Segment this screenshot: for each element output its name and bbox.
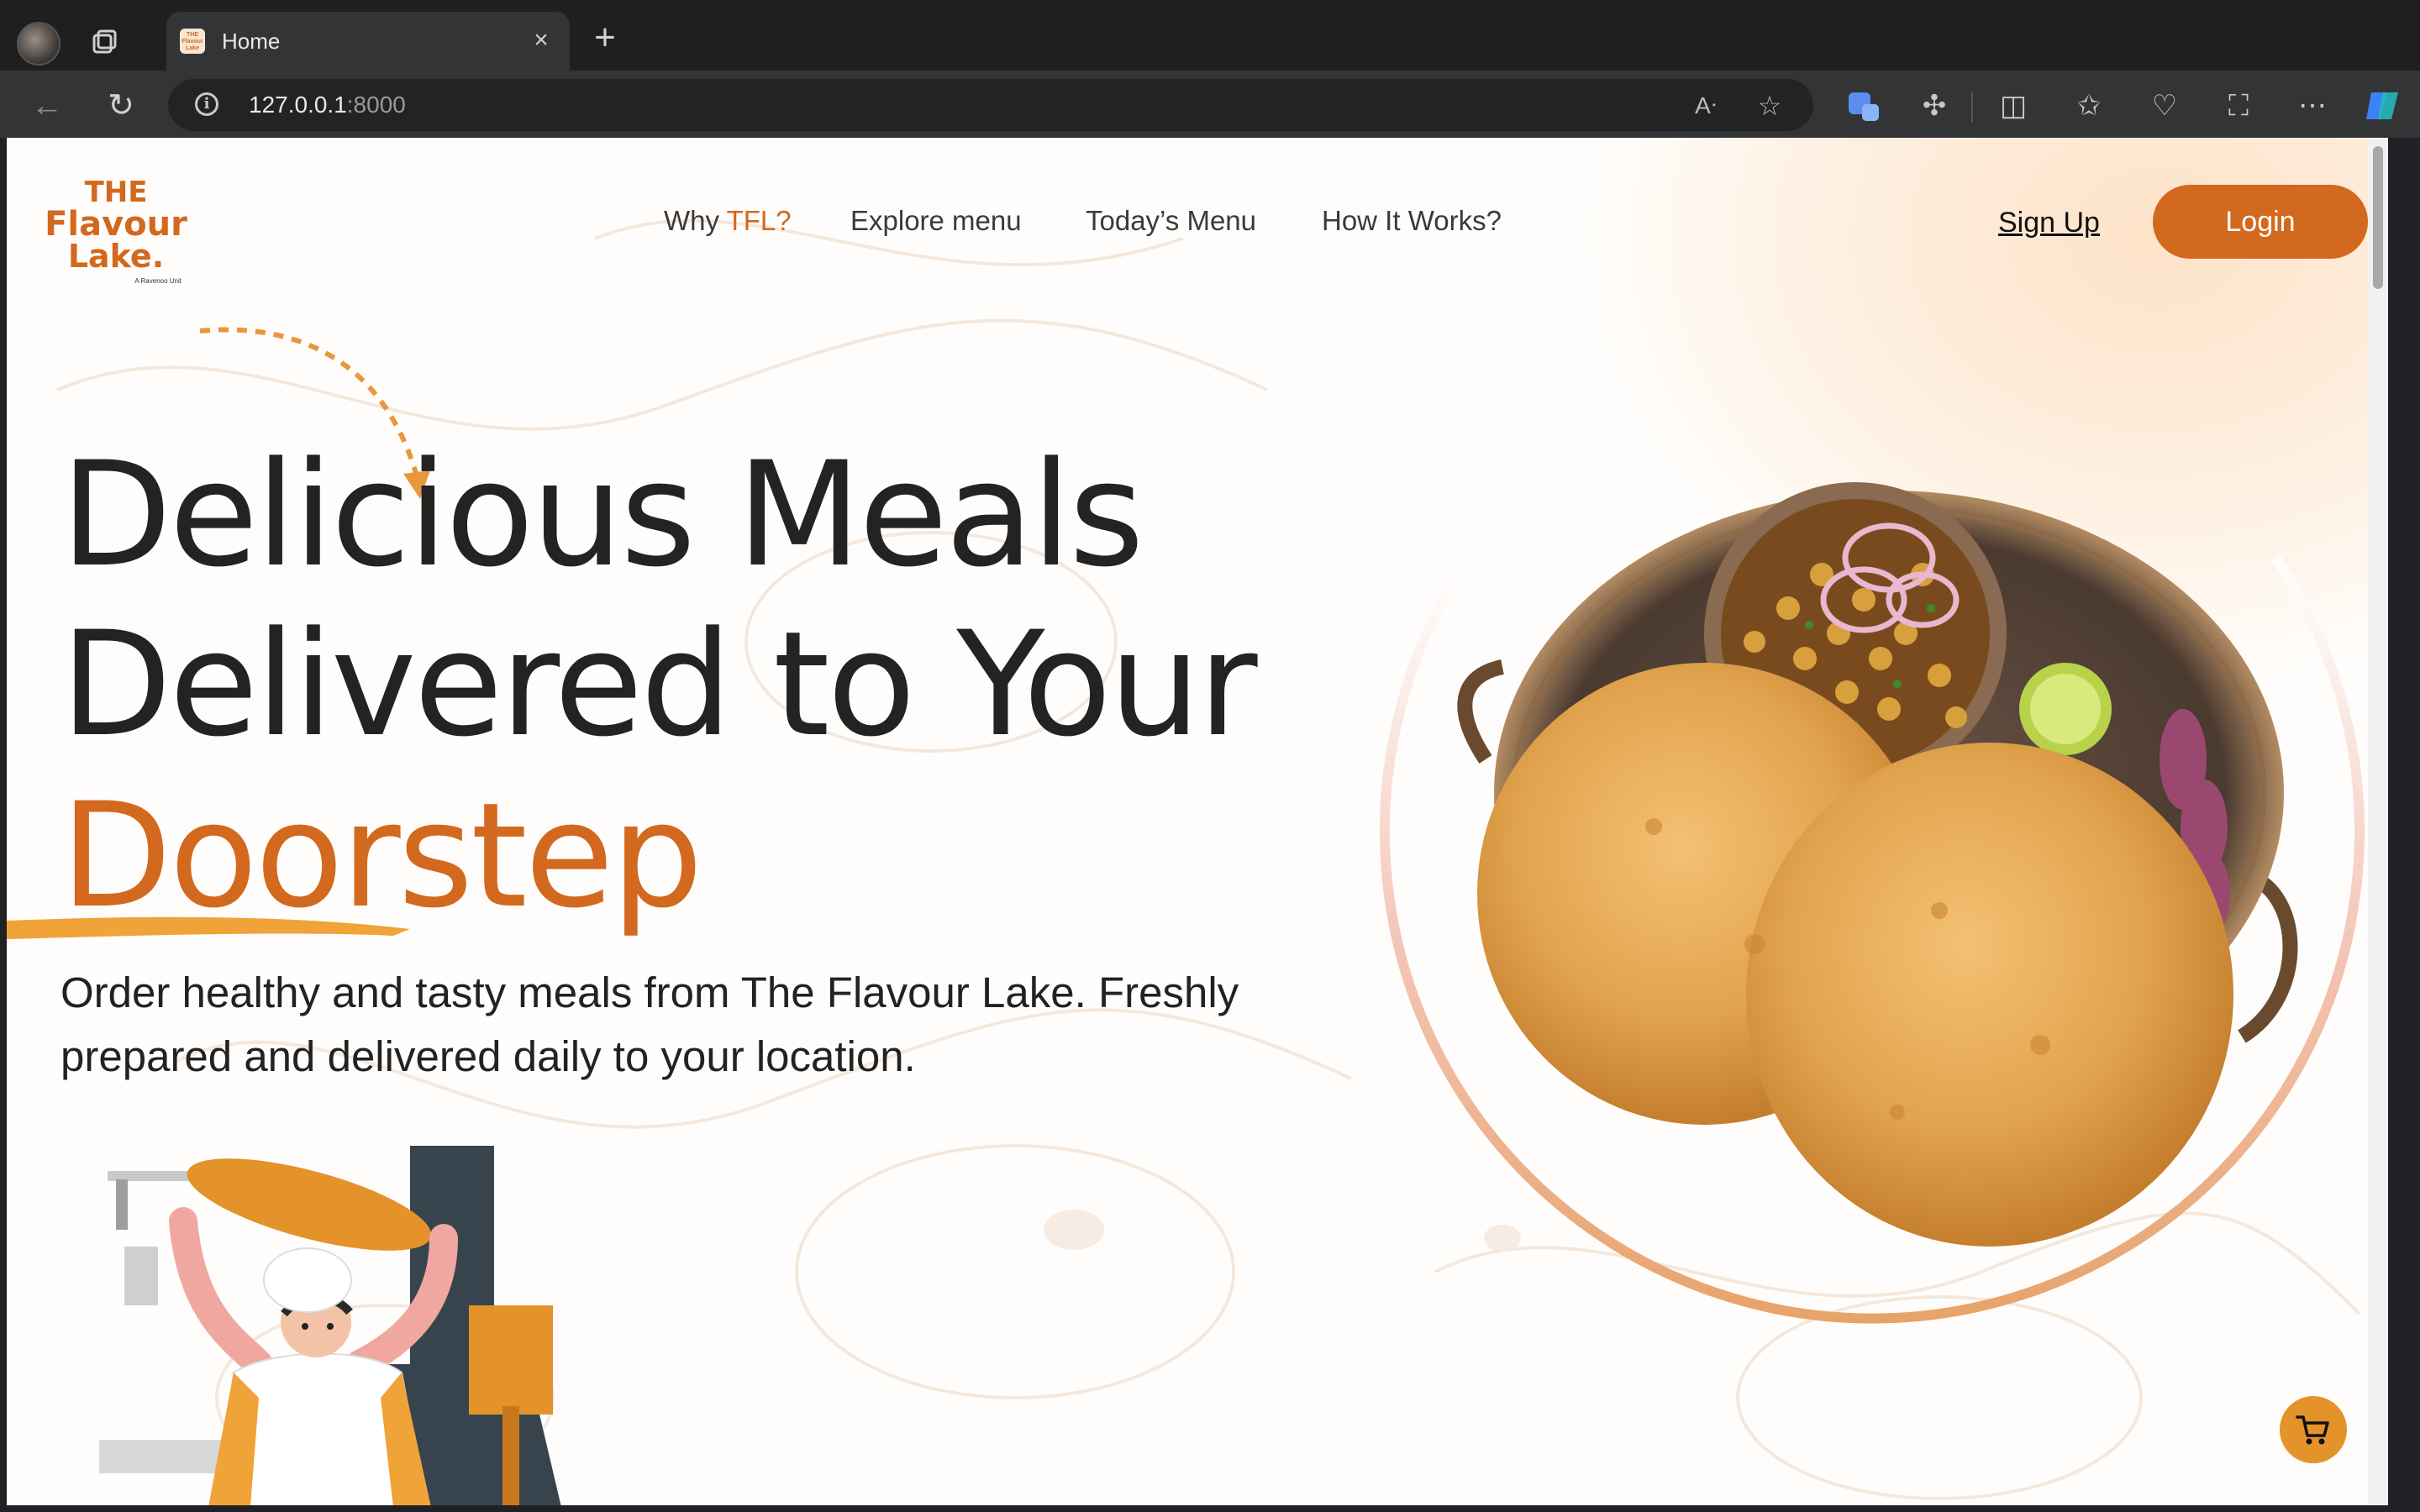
- web-page: THE Flavour Lake. A Ravenoo Unit Why TFL…: [7, 138, 2388, 1505]
- logo-text-line2: Flavour: [45, 205, 187, 244]
- more-menu-icon[interactable]: ⋯: [2294, 87, 2331, 124]
- signup-link[interactable]: Sign Up: [1998, 207, 2100, 239]
- profile-avatar[interactable]: [17, 22, 60, 66]
- scrollbar-thumb[interactable]: [2373, 146, 2383, 289]
- nav-todays-menu[interactable]: Today’s Menu: [1086, 205, 1256, 237]
- chef-illustration: [99, 1146, 561, 1505]
- hero-heading-line2: Delivered to Your: [60, 600, 1258, 769]
- logo-text-line3: Lake.: [67, 238, 165, 275]
- browser-toolbar: ← ↻ i 127.0.0.1:8000 Aᐧ ☆: [0, 71, 2420, 138]
- toolbar-divider: [1971, 92, 1973, 123]
- login-button[interactable]: Login: [2153, 185, 2368, 259]
- nav-explore-menu[interactable]: Explore menu: [850, 205, 1022, 237]
- nav-why-tfl[interactable]: Why TFL?: [664, 205, 792, 237]
- extension-icon[interactable]: [1845, 87, 1882, 124]
- favorites-icon[interactable]: ✩: [2070, 87, 2107, 124]
- hero-subtext: Order healthy and tasty meals from The F…: [60, 969, 1239, 1080]
- logo-text-line1: THE: [84, 176, 148, 209]
- tab-title: Home: [222, 29, 281, 54]
- site-favicon-icon: THE Flavour Lake: [180, 29, 205, 54]
- new-tab-icon[interactable]: +: [588, 19, 622, 56]
- address-bar[interactable]: i 127.0.0.1:8000 Aᐧ ☆: [168, 79, 1813, 131]
- reload-icon[interactable]: ↻: [103, 87, 139, 124]
- tab-close-icon[interactable]: ×: [528, 27, 555, 54]
- nav-how-it-works[interactable]: How It Works?: [1322, 205, 1502, 237]
- hero-food-plate-image: [1380, 482, 2365, 1324]
- browser-essentials-icon[interactable]: ♡: [2146, 87, 2183, 124]
- hero-heading-line1: Delicious Meals: [60, 430, 1144, 599]
- page-scrollbar[interactable]: [2368, 138, 2388, 1505]
- favorite-star-icon[interactable]: ☆: [1754, 91, 1785, 121]
- url-text: 127.0.0.1:8000: [249, 92, 406, 118]
- cart-icon: [2296, 1415, 2329, 1445]
- site-info-icon[interactable]: i: [195, 92, 218, 116]
- read-aloud-icon[interactable]: Aᐧ: [1691, 91, 1721, 121]
- split-screen-icon[interactable]: ◫: [1995, 87, 2032, 124]
- screenshot-icon[interactable]: ⛶: [2220, 87, 2257, 124]
- back-icon[interactable]: ←: [29, 87, 66, 124]
- logo-tagline: A Ravenoo Unit: [134, 277, 182, 285]
- extensions-puzzle-icon[interactable]: ✣: [1916, 87, 1953, 124]
- browser-tab-home[interactable]: THE Flavour Lake Home ×: [166, 12, 570, 71]
- cart-button[interactable]: [2280, 1396, 2347, 1463]
- site-logo[interactable]: THE Flavour Lake. A Ravenoo Unit: [40, 176, 192, 286]
- browser-tab-strip: THE Flavour Lake Home × +: [0, 0, 2420, 71]
- tab-actions-icon[interactable]: [87, 25, 121, 59]
- hero-heading-doorstep: Doorstep: [60, 771, 703, 940]
- copilot-icon[interactable]: [2363, 87, 2400, 124]
